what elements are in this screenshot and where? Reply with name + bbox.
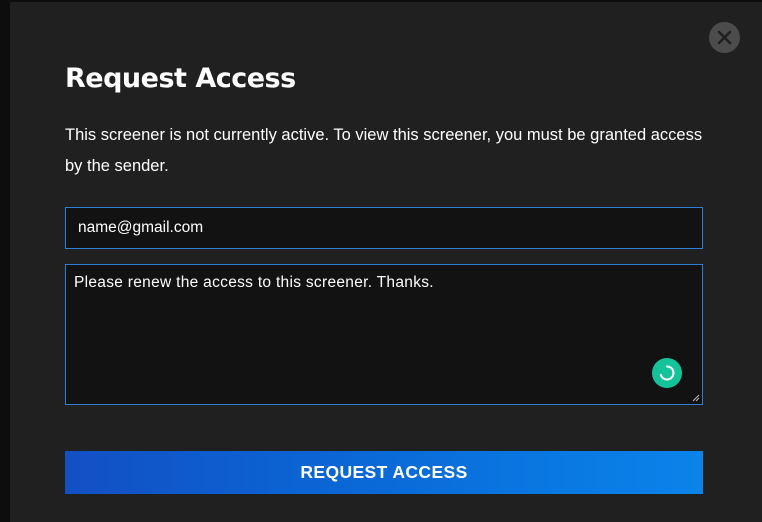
grammarly-icon xyxy=(659,365,675,381)
dialog-title: Request Access xyxy=(65,63,296,94)
message-field[interactable]: Please renew the access to this screener… xyxy=(65,264,703,405)
resize-handle-icon[interactable] xyxy=(690,392,700,402)
dialog-description: This screener is not currently active. T… xyxy=(65,126,703,175)
email-field[interactable] xyxy=(65,207,703,249)
close-button[interactable] xyxy=(709,22,740,53)
request-access-dialog: Request Access This screener is not curr… xyxy=(10,2,762,522)
close-icon xyxy=(717,30,732,45)
request-access-button[interactable]: REQUEST ACCESS xyxy=(65,451,703,494)
grammarly-button[interactable] xyxy=(652,358,682,388)
